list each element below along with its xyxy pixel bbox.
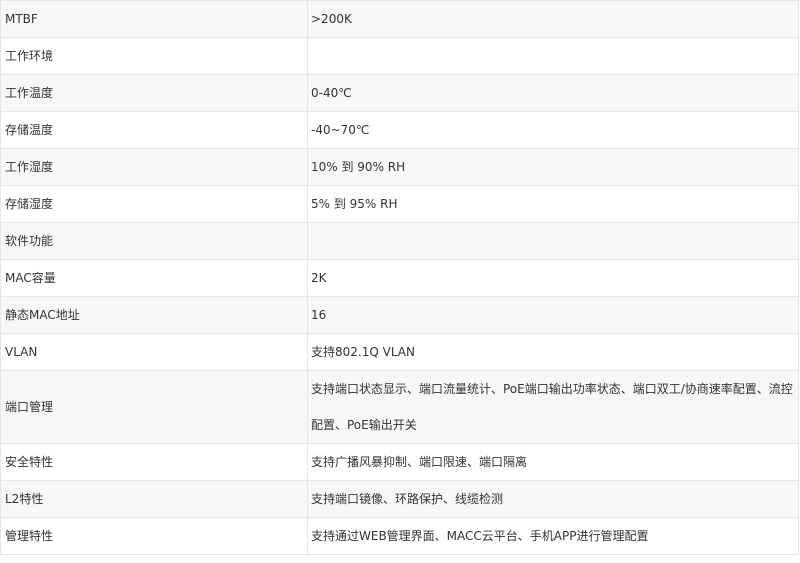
- table-row: 存储温度 -40~70℃: [0, 111, 799, 149]
- spec-value: 支持802.1Q VLAN: [307, 333, 799, 371]
- spec-value: 支持通过WEB管理界面、MACC云平台、手机APP进行管理配置: [307, 517, 799, 555]
- table-row: 工作湿度 10% 到 90% RH: [0, 148, 799, 186]
- spec-label: 静态MAC地址: [0, 296, 308, 334]
- spec-value: 16: [307, 296, 799, 334]
- table-row: MAC容量 2K: [0, 259, 799, 297]
- table-row: 端口管理 支持端口状态显示、端口流量统计、PoE端口输出功率状态、端口双工/协商…: [0, 370, 799, 444]
- spec-value: 支持广播风暴抑制、端口限速、端口隔离: [307, 443, 799, 481]
- table-row: 存储湿度 5% 到 95% RH: [0, 185, 799, 223]
- spec-label: 工作温度: [0, 74, 308, 112]
- spec-value: 0-40℃: [307, 74, 799, 112]
- spec-value: 10% 到 90% RH: [307, 148, 799, 186]
- section-label: 工作环境: [0, 37, 308, 75]
- spec-value: [307, 37, 799, 75]
- table-row: 工作温度 0-40℃: [0, 74, 799, 112]
- table-row: 安全特性 支持广播风暴抑制、端口限速、端口隔离: [0, 443, 799, 481]
- table-row: 静态MAC地址 16: [0, 296, 799, 334]
- table-row: 工作环境: [0, 37, 799, 75]
- table-row: L2特性 支持端口镜像、环路保护、线缆检测: [0, 480, 799, 518]
- spec-value: [307, 222, 799, 260]
- table-row: 软件功能: [0, 222, 799, 260]
- table-row: VLAN 支持802.1Q VLAN: [0, 333, 799, 371]
- spec-label: 端口管理: [0, 370, 308, 444]
- spec-label: VLAN: [0, 333, 308, 371]
- spec-label: 存储温度: [0, 111, 308, 149]
- table-row: MTBF >200K: [0, 0, 799, 38]
- table-row: 管理特性 支持通过WEB管理界面、MACC云平台、手机APP进行管理配置: [0, 517, 799, 555]
- spec-value: 5% 到 95% RH: [307, 185, 799, 223]
- spec-value: 支持端口镜像、环路保护、线缆检测: [307, 480, 799, 518]
- spec-value: 支持端口状态显示、端口流量统计、PoE端口输出功率状态、端口双工/协商速率配置、…: [307, 370, 799, 444]
- spec-label: 管理特性: [0, 517, 308, 555]
- spec-value: 2K: [307, 259, 799, 297]
- spec-value: -40~70℃: [307, 111, 799, 149]
- spec-label: 安全特性: [0, 443, 308, 481]
- spec-label: MAC容量: [0, 259, 308, 297]
- spec-label: MTBF: [0, 0, 308, 38]
- spec-label: L2特性: [0, 480, 308, 518]
- spec-label: 工作湿度: [0, 148, 308, 186]
- section-label: 软件功能: [0, 222, 308, 260]
- spec-table-body: MTBF >200K 工作环境 工作温度 0-40℃ 存储温度 -40~70℃ …: [0, 0, 799, 555]
- spec-table: MTBF >200K 工作环境 工作温度 0-40℃ 存储温度 -40~70℃ …: [0, 0, 799, 555]
- spec-value: >200K: [307, 0, 799, 38]
- spec-label: 存储湿度: [0, 185, 308, 223]
